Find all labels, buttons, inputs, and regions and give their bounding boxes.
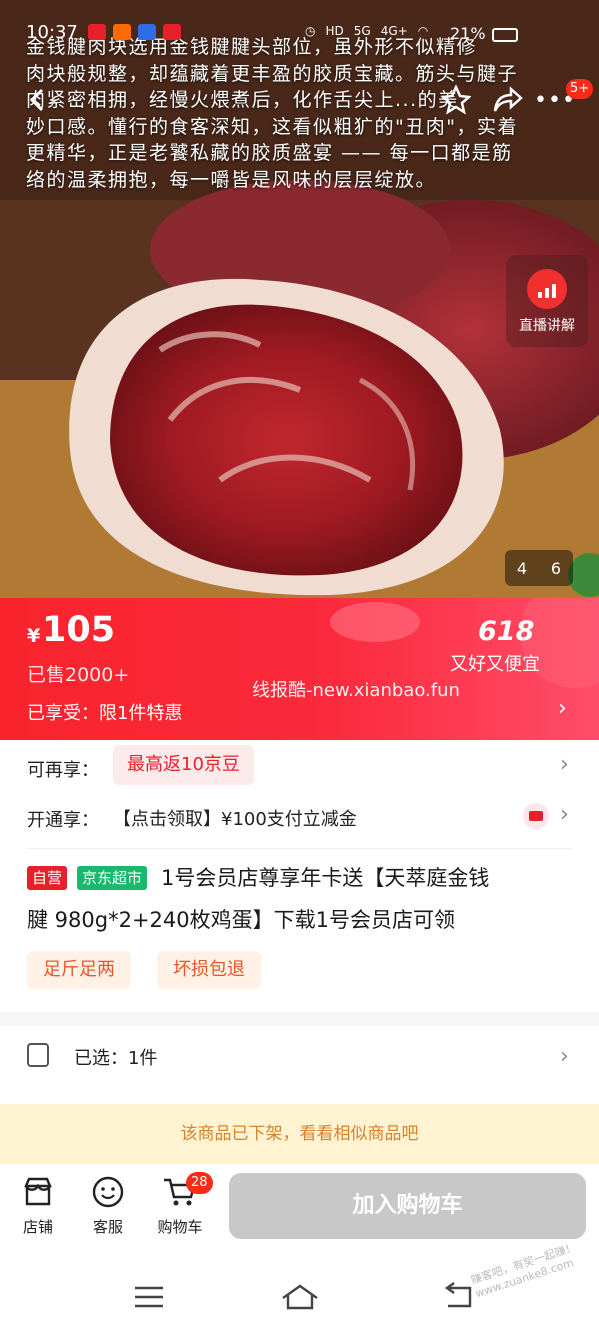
- bottom-action-bar: 店铺 客服 购物车 28 加入购物车: [0, 1164, 599, 1260]
- chevron-right-icon: ›: [560, 802, 569, 827]
- menu-nav-button[interactable]: [132, 1284, 166, 1314]
- feature-tag: 坏损包退: [157, 951, 261, 989]
- payment-card-icon: [523, 803, 549, 829]
- image-page-indicator: 4 6: [505, 550, 573, 586]
- chevron-right-icon[interactable]: ›: [558, 696, 567, 721]
- store-icon: [8, 1174, 68, 1210]
- status-time: 10:37: [26, 22, 78, 43]
- add-to-cart-button[interactable]: 加入购物车: [229, 1173, 586, 1239]
- store-label: 店铺: [22, 1218, 53, 1236]
- message-badge: 5+: [566, 79, 594, 99]
- extra-benefit-label: 可再享：: [27, 760, 99, 781]
- chevron-left-icon: [29, 88, 44, 112]
- price-value: 105: [42, 610, 116, 650]
- customer-service-label: 客服: [92, 1218, 123, 1236]
- back-nav-button[interactable]: [440, 1282, 476, 1316]
- page-total: 6: [550, 558, 562, 578]
- feature-tag: 足斤足两: [27, 951, 131, 989]
- wifi-icon: ◠: [417, 24, 429, 38]
- battery-icon: [492, 28, 518, 42]
- signal-label: 4G+: [380, 24, 408, 38]
- app-notification-icon: [138, 24, 156, 40]
- menu-icon: [135, 1286, 163, 1308]
- live-bars-icon: [527, 269, 567, 309]
- promo-618-logo: 618: [478, 616, 535, 647]
- sold-count: 已售2000+: [27, 664, 130, 686]
- cart-button[interactable]: 购物车 28: [150, 1172, 213, 1237]
- status-app-icons: [88, 24, 181, 40]
- home-icon: [282, 1284, 318, 1310]
- off-shelf-notice[interactable]: 该商品已下架，看看相似商品吧: [0, 1104, 599, 1164]
- checklist-icon: [27, 1043, 49, 1067]
- jd-supermarket-tag: 京东超市: [77, 866, 148, 890]
- store-button[interactable]: 店铺: [8, 1174, 68, 1237]
- share-button[interactable]: [488, 80, 528, 120]
- app-notification-icon: [113, 24, 131, 40]
- alarm-icon: ◷: [305, 24, 316, 38]
- divider: [27, 848, 572, 849]
- signal-indicators: ◷ HD 5G 4G+ ◠: [305, 24, 428, 38]
- section-gap: [0, 1012, 599, 1026]
- app-notification-icon: [88, 24, 106, 40]
- home-nav-button[interactable]: [280, 1282, 320, 1316]
- price-band: ¥ 105 已售2000+ 618 又好又便宜 线报酷-new.xianbao.…: [0, 598, 599, 740]
- live-explain-label: 直播讲解: [519, 318, 575, 334]
- live-explain-button[interactable]: 直播讲解: [506, 255, 588, 347]
- watermark-text: 线报酷-new.xianbao.fun: [252, 680, 460, 701]
- self-operated-tag: 自营: [27, 866, 68, 890]
- chevron-right-icon: ›: [560, 752, 569, 777]
- chevron-right-icon: ›: [560, 1044, 569, 1069]
- product-title: 1号会员店尊享年卡送【天萃庭金钱: [161, 866, 490, 890]
- cart-label: 购物车: [157, 1218, 203, 1236]
- page-current: 4: [516, 558, 528, 578]
- chat-smile-icon: [78, 1174, 138, 1210]
- status-bar: 10:37 ◷ HD 5G 4G+ ◠ 21%: [0, 20, 599, 48]
- cart-count-badge: 28: [186, 1172, 213, 1194]
- promo-slogan: 又好又便宜: [450, 654, 540, 675]
- favorite-button[interactable]: [436, 80, 476, 120]
- customer-service-button[interactable]: 客服: [78, 1174, 138, 1237]
- product-title-continued: 腱 980g*2+240枚鸡蛋】下载1号会员店可领: [27, 908, 455, 932]
- enjoyed-discount[interactable]: 已享受：限1件特惠: [27, 699, 182, 725]
- back-arrow-icon: [444, 1282, 472, 1308]
- product-image-carousel[interactable]: 金钱腱肉块选用金钱腱腱头部位，虽外形不似精修 肉块般规整，却蕴藏着更丰盈的胶质宝…: [0, 0, 599, 598]
- signal-label: 5G: [353, 24, 371, 38]
- back-button[interactable]: [17, 80, 57, 120]
- open-benefit-label: 开通享：: [27, 810, 99, 831]
- signal-label: HD: [325, 24, 344, 38]
- rebate-badge[interactable]: 最高返10京豆: [113, 745, 254, 785]
- share-icon: [493, 86, 523, 112]
- price-currency: ¥: [27, 625, 41, 647]
- pay-coupon-offer[interactable]: 【点击领取】¥100支付立减金: [113, 805, 357, 831]
- decorative-blob: [330, 602, 420, 642]
- extra-benefit-row[interactable]: 可再享： ›: [0, 740, 599, 794]
- star-icon: [441, 85, 471, 115]
- selected-quantity[interactable]: 已选：1件: [74, 1044, 157, 1070]
- app-notification-icon: [163, 24, 181, 40]
- battery-percent: 21%: [450, 24, 486, 43]
